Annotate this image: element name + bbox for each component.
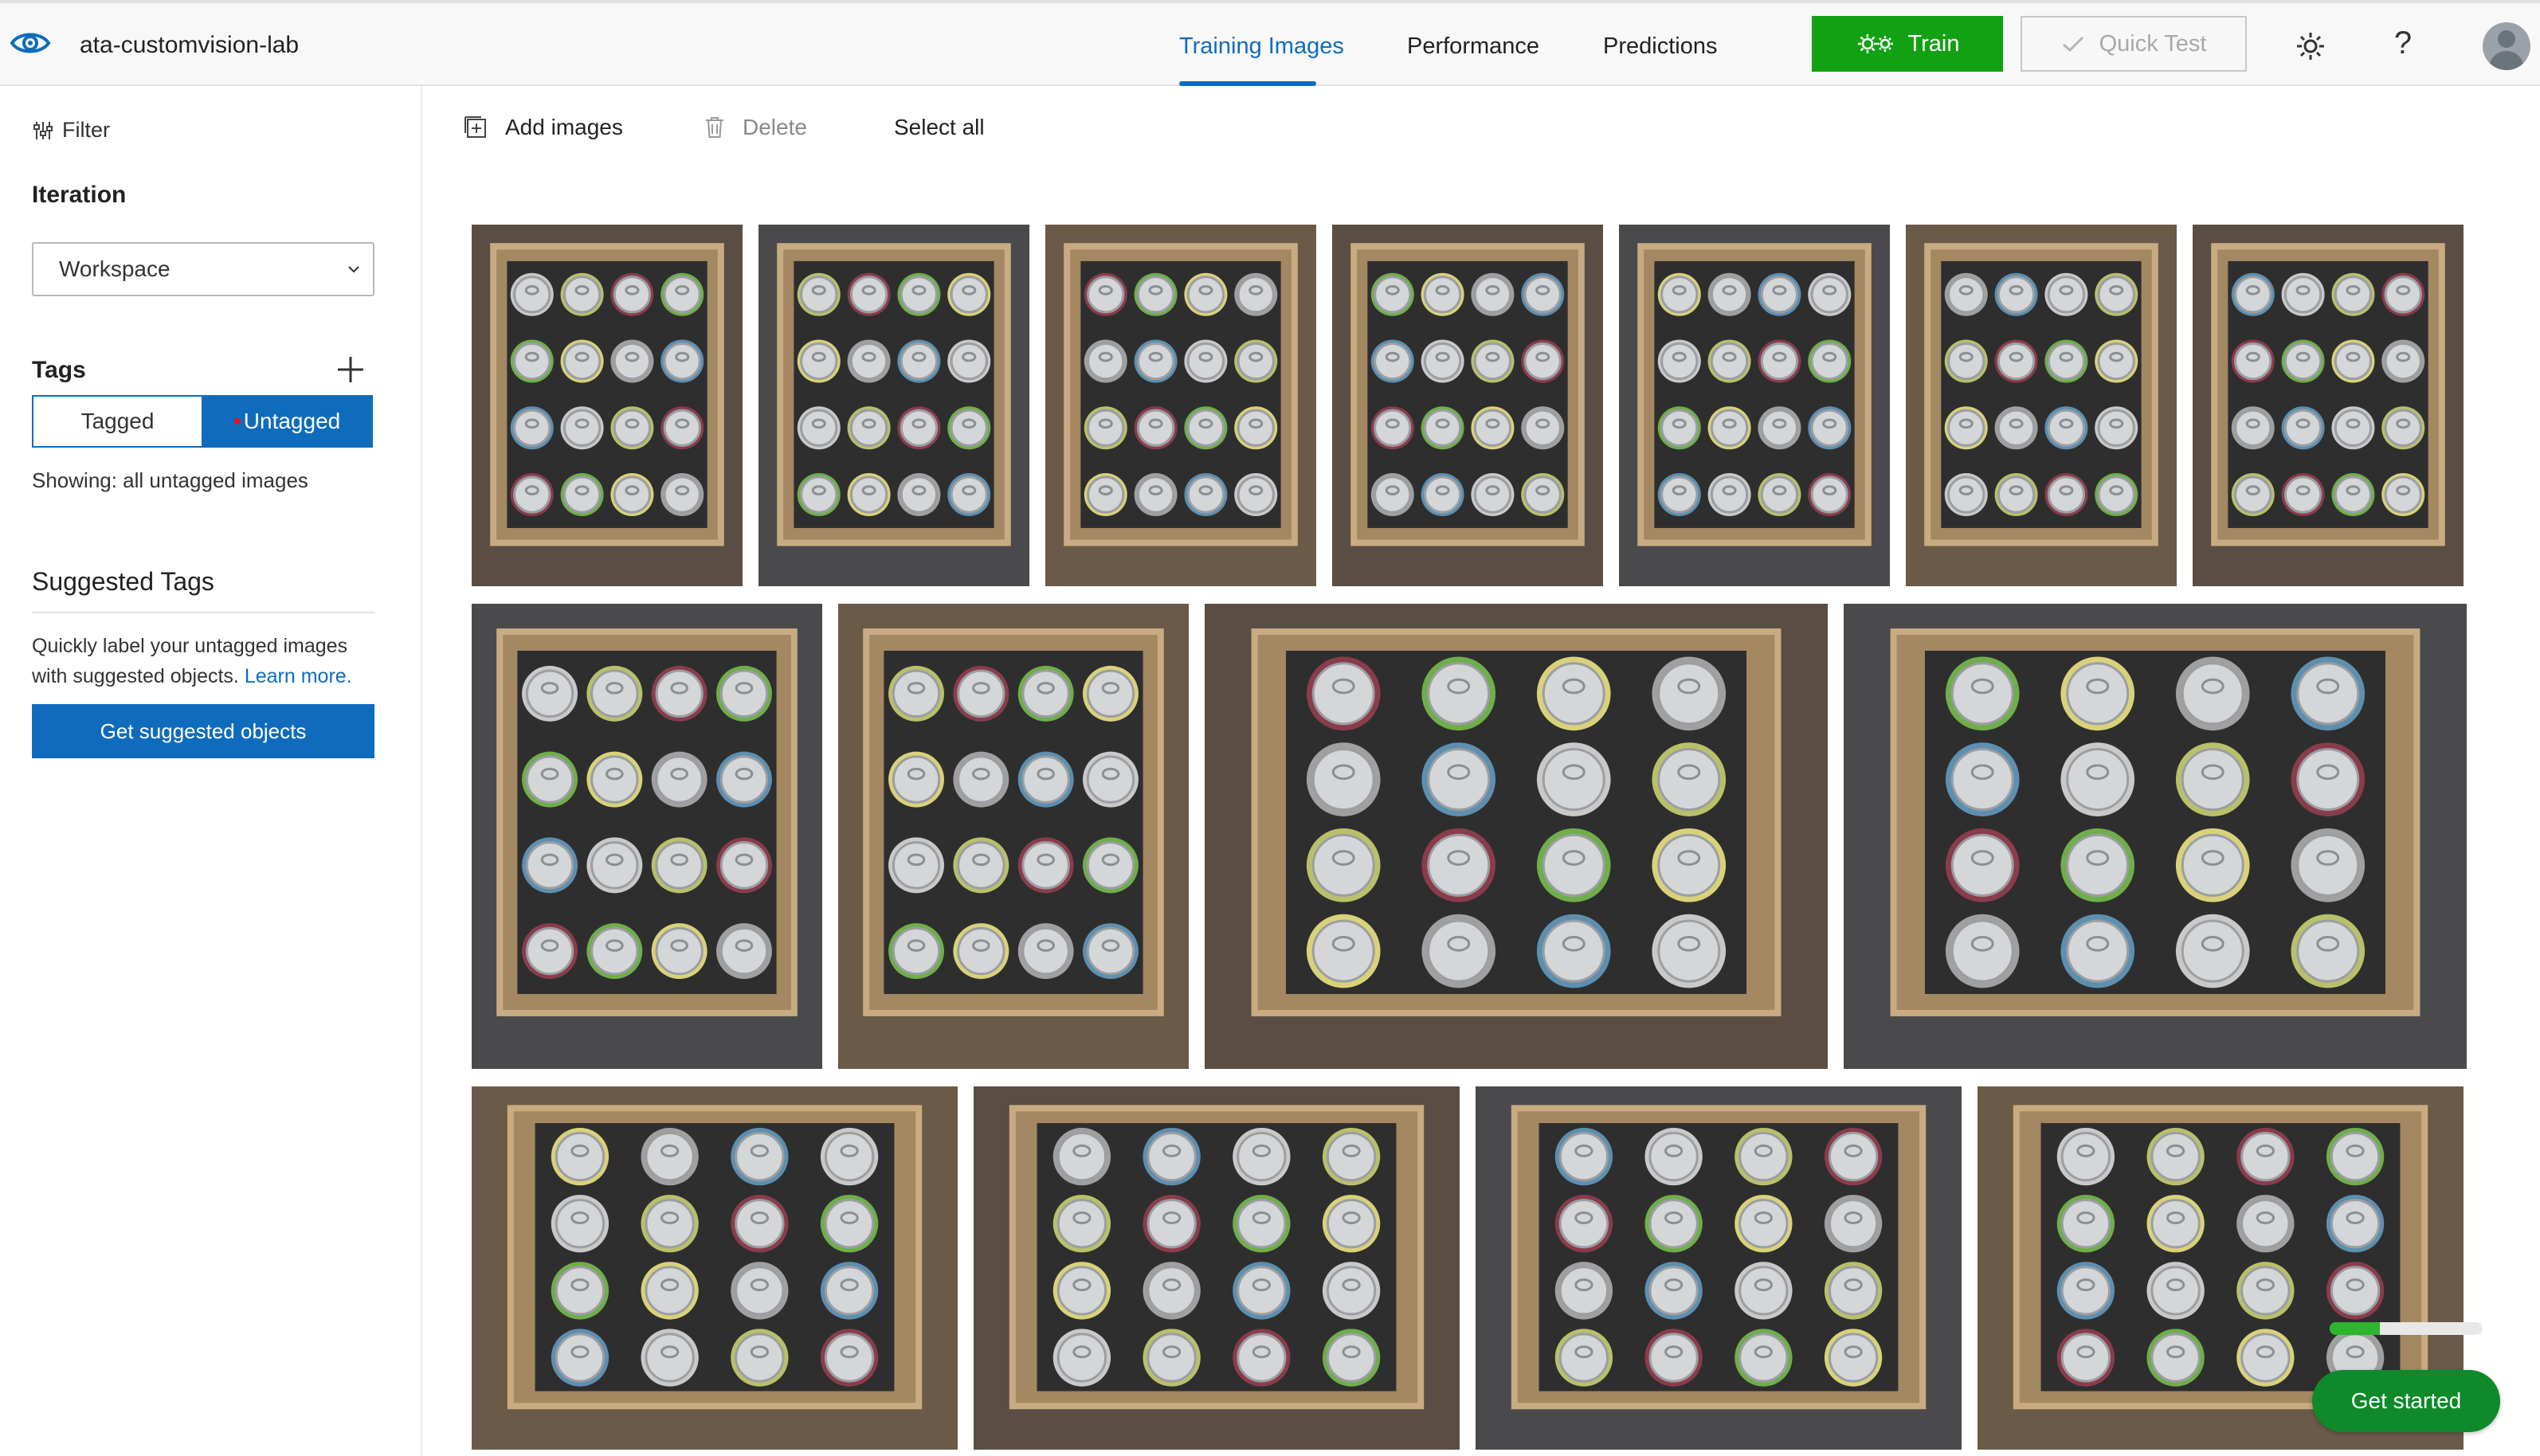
divider — [32, 612, 374, 613]
settings-gear-icon[interactable] — [2295, 30, 2326, 62]
learn-more-link[interactable]: Learn more. — [245, 665, 352, 687]
top-bar: ata-customvision-lab Training Images Per… — [0, 0, 2540, 86]
training-image-thumbnail[interactable] — [838, 604, 1189, 1069]
can-box-photo — [758, 225, 1029, 586]
eye-logo-icon[interactable] — [10, 25, 51, 61]
can-box-photo — [1045, 225, 1316, 586]
training-image-thumbnail[interactable] — [758, 225, 1029, 586]
can-box-photo — [838, 604, 1189, 1069]
training-image-thumbnail[interactable] — [1045, 225, 1316, 586]
can-box-photo — [472, 1086, 958, 1450]
training-image-thumbnail[interactable] — [1619, 225, 1890, 586]
filter-toggle[interactable]: Filter — [32, 118, 110, 143]
can-box-photo — [1619, 225, 1890, 586]
gears-icon — [1857, 34, 1893, 53]
quick-test-label: Quick Test — [2099, 30, 2207, 57]
training-image-thumbnail[interactable] — [1332, 225, 1603, 586]
user-avatar[interactable] — [2483, 22, 2530, 70]
tag-filter-segmented-control: Tagged Untagged — [32, 395, 373, 448]
tagged-toggle[interactable]: Tagged — [33, 397, 203, 446]
chevron-down-icon — [348, 266, 359, 273]
tab-performance[interactable]: Performance — [1407, 33, 1539, 60]
can-box-photo — [472, 604, 822, 1069]
delete-label: Delete — [743, 115, 807, 139]
onboarding-progress-bar — [2330, 1322, 2483, 1335]
get-suggested-objects-button[interactable]: Get suggested objects — [32, 704, 374, 758]
filter-sliders-icon — [33, 121, 53, 139]
can-box-photo — [1205, 604, 1828, 1069]
delete-button[interactable]: Delete — [704, 115, 807, 140]
untagged-label: Untagged — [243, 409, 341, 433]
can-box-photo — [974, 1086, 1460, 1450]
add-images-label: Add images — [505, 115, 623, 139]
untagged-red-dot-icon — [233, 418, 241, 425]
iteration-heading: Iteration — [32, 182, 127, 208]
train-label: Train — [1907, 30, 1960, 57]
project-name: ata-customvision-lab — [80, 32, 300, 58]
training-image-thumbnail[interactable] — [472, 604, 822, 1069]
select-all-button[interactable]: Select all — [894, 115, 985, 140]
tab-training-images[interactable]: Training Images — [1179, 33, 1344, 60]
training-image-thumbnail[interactable] — [2193, 225, 2464, 586]
training-image-thumbnail[interactable] — [1844, 604, 2467, 1069]
training-image-thumbnail[interactable] — [472, 225, 743, 586]
checkmark-icon — [2062, 36, 2083, 53]
filter-label: Filter — [62, 118, 110, 142]
untagged-toggle[interactable]: Untagged — [203, 397, 371, 446]
train-button[interactable]: Train — [1812, 16, 2003, 72]
quick-test-button[interactable]: Quick Test — [2021, 16, 2247, 72]
iteration-selected-value: Workspace — [59, 256, 171, 281]
tab-predictions[interactable]: Predictions — [1603, 33, 1717, 60]
active-tab-indicator — [1179, 81, 1316, 86]
add-image-icon — [464, 116, 486, 138]
can-box-photo — [1476, 1086, 1962, 1450]
suggested-tags-heading: Suggested Tags — [32, 567, 214, 596]
trash-icon — [706, 117, 723, 138]
sidebar: Filter Iteration Workspace Tags Tagged U… — [0, 86, 422, 1456]
can-box-photo — [2193, 225, 2464, 586]
add-tag-plus-icon[interactable] — [335, 354, 366, 386]
can-box-photo — [472, 225, 743, 586]
showing-status-text: Showing: all untagged images — [32, 468, 308, 492]
get-started-button[interactable]: Get started — [2312, 1370, 2500, 1432]
can-box-photo — [1332, 225, 1603, 586]
tags-heading: Tags — [32, 357, 86, 383]
can-box-photo — [1844, 604, 2467, 1069]
can-box-photo — [1906, 225, 2177, 586]
suggested-tags-description: Quickly label your untagged images with … — [32, 631, 382, 691]
training-image-thumbnail[interactable] — [472, 1086, 958, 1450]
onboarding-progress-fill — [2330, 1322, 2381, 1335]
training-image-thumbnail[interactable] — [1906, 225, 2177, 586]
training-image-thumbnail[interactable] — [1205, 604, 1828, 1069]
training-image-thumbnail[interactable] — [1476, 1086, 1962, 1450]
iteration-dropdown[interactable]: Workspace — [32, 242, 374, 296]
help-icon[interactable]: ? — [2387, 25, 2419, 61]
training-image-thumbnail[interactable] — [974, 1086, 1460, 1450]
add-images-button[interactable]: Add images — [464, 115, 623, 140]
